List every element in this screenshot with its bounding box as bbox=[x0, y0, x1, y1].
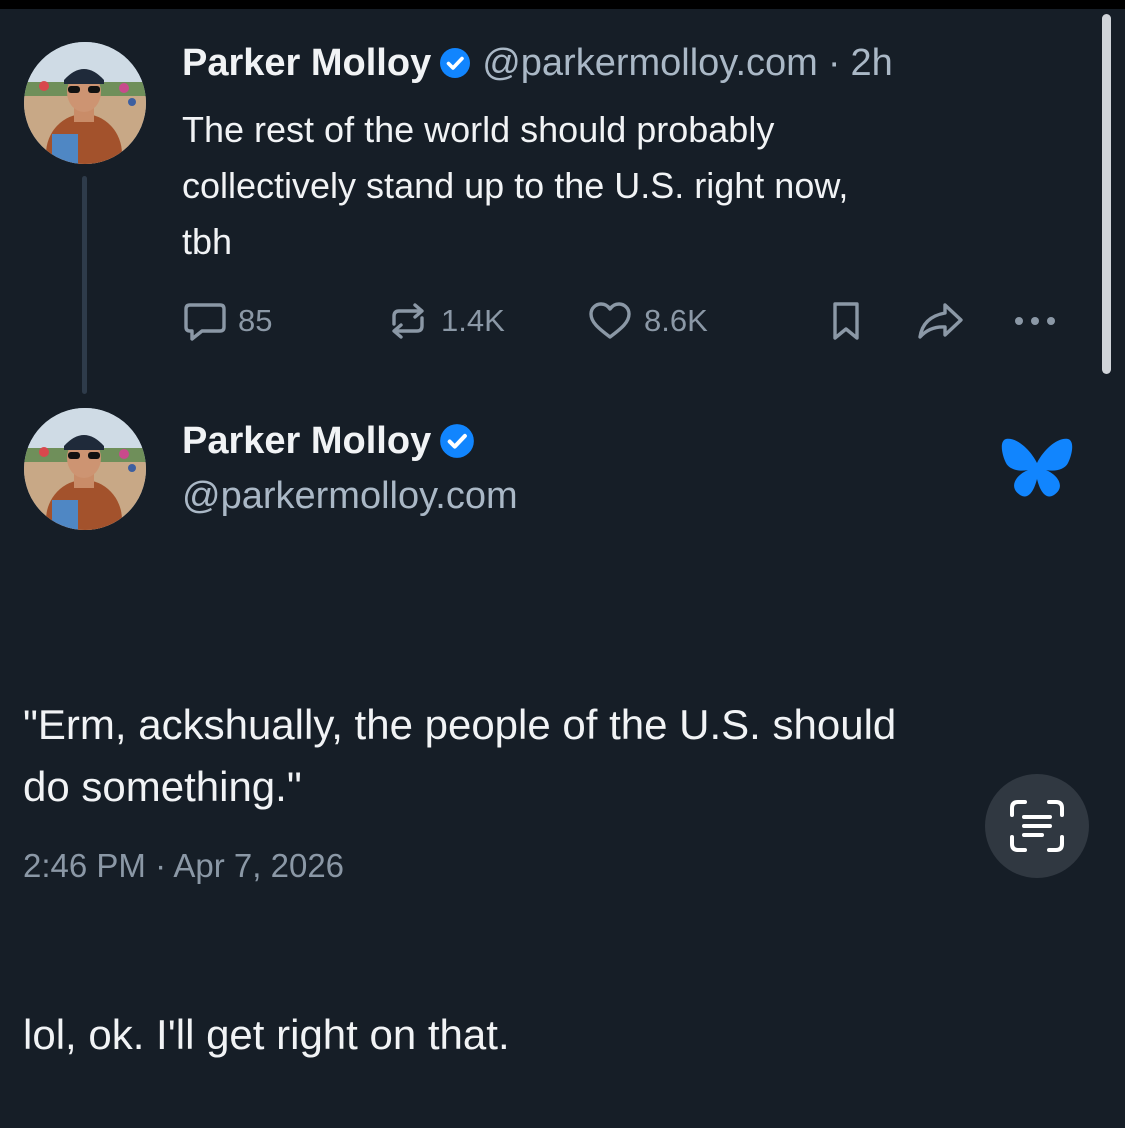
share-button[interactable] bbox=[914, 296, 968, 346]
status-bar-edge bbox=[0, 0, 1125, 9]
like-button[interactable]: 8.6K bbox=[586, 296, 708, 346]
more-options-button[interactable] bbox=[1010, 296, 1060, 346]
verified-check-icon bbox=[439, 47, 471, 79]
bluesky-butterfly-icon bbox=[1000, 435, 1074, 501]
live-text-scan-button[interactable] bbox=[985, 774, 1089, 878]
bookmark-button[interactable] bbox=[826, 296, 866, 346]
post-actions: 85 1.4K 8.6K bbox=[182, 296, 1062, 346]
post-paragraph: lol, ok. I'll get right on that. bbox=[23, 1011, 510, 1058]
share-icon bbox=[914, 299, 968, 343]
thread-connector-line bbox=[82, 176, 87, 394]
post-time-ago[interactable]: 2h bbox=[851, 42, 893, 85]
verified-check-icon bbox=[439, 423, 475, 459]
separator-dot: · bbox=[827, 41, 841, 84]
heart-icon bbox=[586, 300, 634, 342]
author-handle[interactable]: @parkermolloy.com bbox=[182, 475, 518, 518]
live-text-scan-icon bbox=[1008, 798, 1066, 854]
post-header: Parker Molloy @parkermolloy.com · 2h bbox=[182, 39, 893, 87]
repost-button[interactable]: 1.4K bbox=[385, 296, 505, 346]
post-timestamp[interactable]: 2:46 PM · Apr 7, 2026 bbox=[23, 847, 344, 885]
scrollbar[interactable] bbox=[1102, 14, 1111, 374]
reply-icon bbox=[182, 300, 228, 342]
post-text: The rest of the world should probably co… bbox=[182, 109, 849, 262]
author-name[interactable]: Parker Molloy bbox=[182, 420, 431, 463]
avatar[interactable] bbox=[24, 42, 146, 164]
reply-count: 85 bbox=[238, 303, 273, 338]
more-icon bbox=[1010, 311, 1060, 331]
bookmark-icon bbox=[826, 299, 866, 343]
post-paragraph: "Erm, ackshually, the people of the U.S.… bbox=[23, 701, 897, 810]
repost-count: 1.4K bbox=[441, 303, 505, 338]
like-count: 8.6K bbox=[644, 303, 708, 338]
reply-button[interactable]: 85 bbox=[182, 296, 272, 346]
author-handle[interactable]: @parkermolloy.com bbox=[482, 42, 818, 85]
author-name[interactable]: Parker Molloy bbox=[182, 42, 431, 85]
avatar[interactable] bbox=[24, 408, 146, 530]
repost-icon bbox=[385, 300, 431, 342]
post-header: Parker Molloy bbox=[182, 416, 475, 466]
